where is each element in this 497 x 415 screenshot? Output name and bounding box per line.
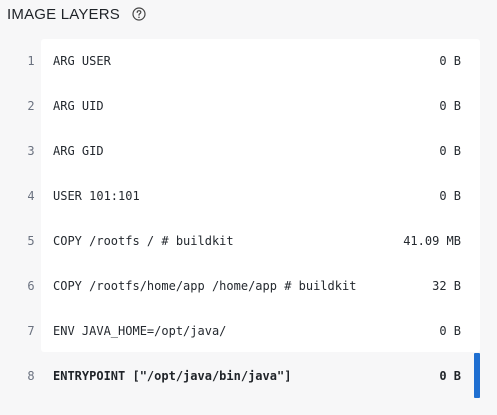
layer-index: 2 bbox=[27, 99, 35, 113]
layer-command: ARG USER bbox=[53, 54, 111, 68]
layer-command: ARG UID bbox=[53, 99, 104, 113]
layer-index: 1 bbox=[27, 54, 35, 68]
layer-index: 5 bbox=[27, 234, 35, 248]
selection-indicator bbox=[474, 353, 480, 398]
layer-command: ENTRYPOINT ["/opt/java/bin/java"] bbox=[53, 369, 292, 383]
layer-size: 0 B bbox=[439, 369, 461, 383]
layer-size: 0 B bbox=[439, 324, 461, 338]
layer-size: 32 B bbox=[432, 279, 461, 293]
layers-list: 1 ARG USER 0 B 2 ARG UID 0 B 3 ARG GID 0… bbox=[0, 39, 497, 399]
layer-row[interactable]: 5 COPY /rootfs / # buildkit 41.09 MB bbox=[0, 219, 497, 264]
layer-row[interactable]: 1 ARG USER 0 B bbox=[0, 39, 497, 84]
layer-command: USER 101:101 bbox=[53, 189, 140, 203]
layer-row[interactable]: 4 USER 101:101 0 B bbox=[0, 174, 497, 219]
layer-index: 7 bbox=[27, 324, 35, 338]
layer-row[interactable]: 6 COPY /rootfs/home/app /home/app # buil… bbox=[0, 264, 497, 309]
layer-row[interactable]: 7 ENV JAVA_HOME=/opt/java/ 0 B bbox=[0, 309, 497, 354]
layer-index: 4 bbox=[27, 189, 35, 203]
layer-size: 0 B bbox=[439, 189, 461, 203]
layer-index: 8 bbox=[27, 369, 35, 383]
panel-title: IMAGE LAYERS bbox=[7, 5, 120, 23]
layer-command: ENV JAVA_HOME=/opt/java/ bbox=[53, 324, 227, 338]
layer-command: COPY /rootfs / # buildkit bbox=[53, 234, 234, 248]
panel-header: IMAGE LAYERS bbox=[7, 3, 146, 25]
layer-index: 6 bbox=[27, 279, 35, 293]
layer-size: 41.09 MB bbox=[403, 234, 461, 248]
layer-row[interactable]: 2 ARG UID 0 B bbox=[0, 84, 497, 129]
question-circle-icon[interactable] bbox=[132, 7, 146, 21]
layer-size: 0 B bbox=[439, 99, 461, 113]
layer-index: 3 bbox=[27, 144, 35, 158]
layer-size: 0 B bbox=[439, 144, 461, 158]
layer-command: COPY /rootfs/home/app /home/app # buildk… bbox=[53, 279, 357, 293]
layer-row[interactable]: 3 ARG GID 0 B bbox=[0, 129, 497, 174]
image-layers-panel: IMAGE LAYERS 1 ARG USER 0 B 2 ARG UID 0 … bbox=[0, 0, 497, 415]
layer-row-selected[interactable]: 8 ENTRYPOINT ["/opt/java/bin/java"] 0 B bbox=[0, 354, 497, 399]
layer-command: ARG GID bbox=[53, 144, 104, 158]
layer-size: 0 B bbox=[439, 54, 461, 68]
